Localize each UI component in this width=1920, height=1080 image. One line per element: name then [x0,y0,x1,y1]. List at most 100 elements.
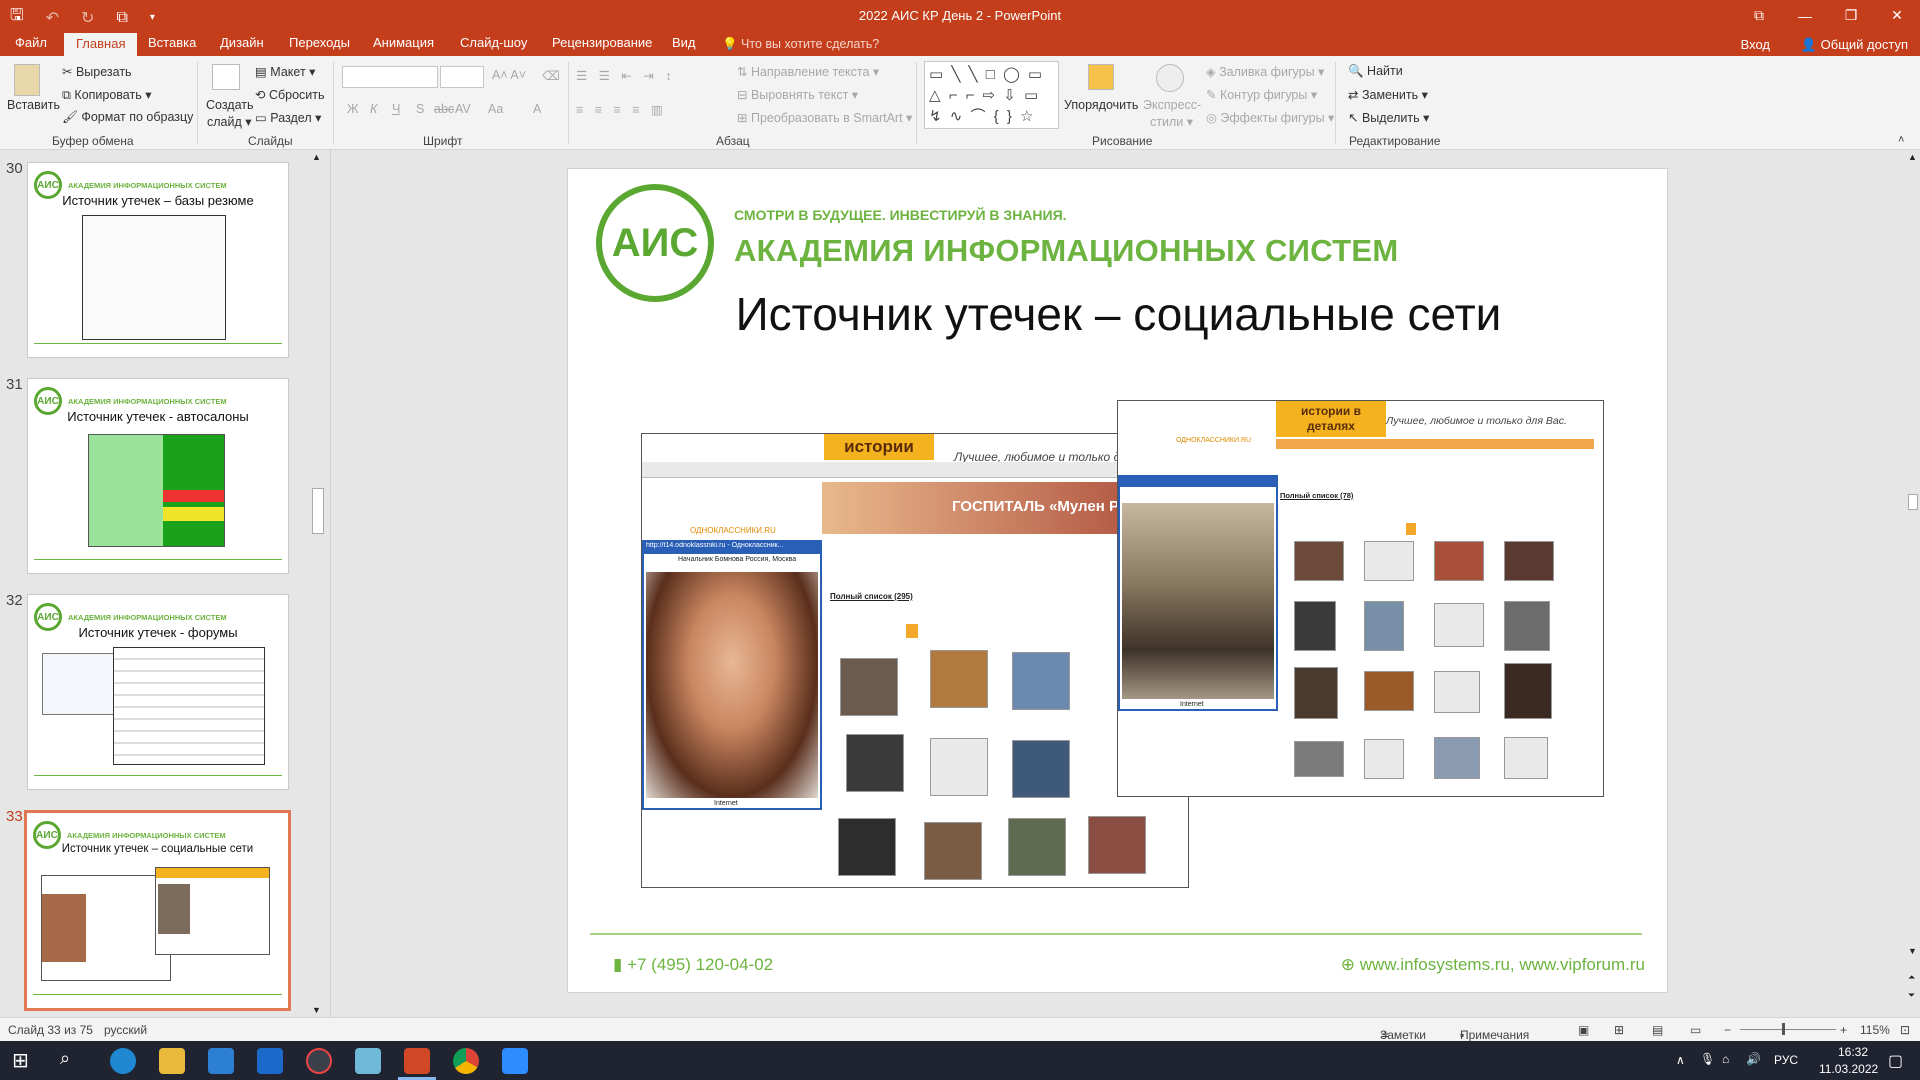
cut-button[interactable]: ✂ Вырезать [62,64,132,79]
notepad-icon[interactable] [355,1048,381,1074]
tab-file[interactable]: Файл [15,35,47,50]
align-text-button[interactable]: ⊟ Выровнять текст ▾ [737,87,858,102]
tell-me-search[interactable]: 💡 Что вы хотите сделать? [722,37,879,52]
scroll-down-icon[interactable]: ▼ [312,1005,321,1015]
font-color-button[interactable]: A [533,102,541,116]
quick-styles-label-1[interactable]: Экспресс- [1143,98,1201,112]
clock-time[interactable]: 16:32 [1838,1045,1868,1059]
clock-date[interactable]: 11.03.2022 [1819,1062,1878,1076]
zoom-level[interactable]: 115% [1860,1023,1890,1037]
replace-button[interactable]: ⇄ Заменить ▾ [1348,87,1428,102]
zoom-slider-thumb[interactable] [1782,1023,1785,1035]
windows-start-icon[interactable]: ⊞ [12,1048,38,1074]
shapes-gallery[interactable]: ▭ ╲ ╲ □ ◯ ▭ △ ⌐ ⌐ ⇨ ⇩ ▭ ↯ ∿ ⌒ { } ☆ [924,61,1059,129]
thumbnail-scrollbar[interactable]: ▲ ▼ [310,150,324,1017]
social-network-screenshot-1[interactable]: истории Лучшее, любимое и только д ОДНОК… [641,433,1189,888]
find-button[interactable]: 🔍 Найти [1348,64,1403,79]
format-painter-button[interactable]: 🖌 Формат по образцу [62,110,193,125]
search-icon[interactable]: ⌕ [60,1048,86,1074]
scroll-up-icon[interactable]: ▲ [312,152,321,162]
network-icon[interactable]: ⌂ [1722,1052,1729,1066]
collapse-ribbon-icon[interactable]: ˄ [1898,134,1904,146]
slide-33[interactable]: АИС СМОТРИ В БУДУЩЕЕ. ИНВЕСТИРУЙ В ЗНАНИ… [567,168,1668,993]
clear-formatting-icon[interactable]: ⌫ [542,68,560,83]
edge-icon[interactable] [110,1048,136,1074]
align-buttons[interactable]: ≡ ≡ ≡ ≡ ▥ [576,102,667,117]
layout-button[interactable]: ▤ Макет ▾ [255,64,315,79]
convert-smartart-button[interactable]: ⊞ Преобразовать в SmartArt ▾ [737,110,912,125]
new-slide-icon[interactable] [212,64,240,90]
sign-in-link[interactable]: Вход [1741,37,1770,52]
char-spacing-button[interactable]: AV [455,102,471,116]
slideshow-view-icon[interactable]: ▭ [1690,1023,1701,1037]
font-size-input[interactable] [440,66,484,88]
shape-fill-button[interactable]: ◈ Заливка фигуры ▾ [1206,64,1324,79]
fit-slide-icon[interactable]: ⊡ [1900,1023,1910,1037]
mail-icon[interactable] [257,1048,283,1074]
arrange-icon[interactable] [1088,64,1114,90]
shadow-button[interactable]: S [416,102,424,116]
file-explorer-icon[interactable] [159,1048,185,1074]
zoom-app-icon[interactable] [502,1048,528,1074]
arrange-button[interactable]: Упорядочить [1064,98,1138,112]
ribbon-display-options-icon[interactable]: ⧉ [1736,0,1782,31]
select-button[interactable]: ↖ Выделить ▾ [1348,110,1429,125]
app-icon[interactable] [306,1048,332,1074]
share-button[interactable]: 👤 Общий доступ [1801,37,1908,53]
previous-slide-icon[interactable]: ⏶ [1908,972,1915,983]
tab-design[interactable]: Дизайн [220,35,264,50]
slide-title[interactable]: Источник утечек – социальные сети [568,287,1669,341]
tab-home[interactable]: Главная [64,33,138,56]
thumbnail-slide-32[interactable]: АИС АКАДЕМИЯ ИНФОРМАЦИОННЫХ СИСТЕМ Источ… [27,594,289,790]
canvas-scrollbar[interactable]: ▲ ▼ ⏶ ⏷ [1905,150,1919,1017]
microphone-icon[interactable]: 🎙 [1700,1052,1715,1066]
scrollbar-thumb[interactable] [1908,494,1918,510]
keyboard-language[interactable]: РУС [1774,1053,1798,1067]
underline-button[interactable]: Ч [392,102,400,116]
shape-effects-button[interactable]: ◎ Эффекты фигуры ▾ [1206,110,1334,125]
list-buttons[interactable]: ☰ ☰ ⇤ ⇥ ↕ [576,68,676,83]
chrome-icon[interactable] [453,1048,479,1074]
paste-icon[interactable] [14,64,40,96]
reset-button[interactable]: ⟲ Сбросить [255,87,325,102]
tab-insert[interactable]: Вставка [148,35,196,50]
thumbnail-slide-33[interactable]: АИС АКАДЕМИЯ ИНФОРМАЦИОННЫХ СИСТЕМ Источ… [24,810,291,1011]
volume-icon[interactable]: 🔊 [1746,1052,1761,1066]
grow-font-icon[interactable]: A˄ A˅ [492,68,526,82]
notifications-icon[interactable]: ▢ [1888,1051,1903,1071]
scroll-down-icon[interactable]: ▼ [1908,946,1917,956]
bold-button[interactable]: Ж [347,102,359,116]
tab-review[interactable]: Рецензирование [552,35,652,50]
italic-button[interactable]: К [370,102,377,116]
paste-button[interactable]: Вставить [7,98,60,112]
text-direction-button[interactable]: ⇅ Направление текста ▾ [737,64,879,79]
scrollbar-thumb[interactable] [312,488,324,534]
section-button[interactable]: ▭ Раздел ▾ [255,110,321,125]
scroll-up-icon[interactable]: ▲ [1908,152,1917,162]
next-slide-icon[interactable]: ⏷ [1908,990,1915,1001]
change-case-button[interactable]: Aa [488,102,503,116]
powerpoint-icon[interactable] [404,1048,430,1074]
restore-button[interactable]: ❐ [1828,0,1874,31]
store-icon[interactable] [208,1048,234,1074]
tab-transitions[interactable]: Переходы [289,35,350,50]
strikethrough-button[interactable]: abc [434,102,454,116]
zoom-slider[interactable] [1740,1029,1836,1030]
quick-styles-icon[interactable] [1156,64,1184,92]
social-network-screenshot-2[interactable]: истории в деталях Лучшее, любимое и толь… [1117,400,1604,797]
normal-view-icon[interactable]: ▣ [1578,1023,1589,1037]
thumbnail-slide-30[interactable]: АИС АКАДЕМИЯ ИНФОРМАЦИОННЫХ СИСТЕМ Источ… [27,162,289,358]
tray-arrow-icon[interactable]: ∧ [1676,1053,1685,1067]
font-name-input[interactable] [342,66,438,88]
reading-view-icon[interactable]: ▤ [1652,1023,1663,1037]
copy-button[interactable]: ⧉ Копировать ▾ [62,87,151,103]
new-slide-label-2[interactable]: слайд ▾ [207,114,252,129]
thumbnail-slide-31[interactable]: АИС АКАДЕМИЯ ИНФОРМАЦИОННЫХ СИСТЕМ Источ… [27,378,289,574]
tab-animation[interactable]: Анимация [373,35,434,50]
minimize-button[interactable]: — [1782,0,1828,31]
shape-outline-button[interactable]: ✎ Контур фигуры ▾ [1206,87,1317,102]
language-indicator[interactable]: русский [104,1023,147,1037]
tab-view[interactable]: Вид [672,35,696,50]
new-slide-label-1[interactable]: Создать [206,98,254,112]
zoom-in-icon[interactable]: + [1840,1023,1847,1037]
